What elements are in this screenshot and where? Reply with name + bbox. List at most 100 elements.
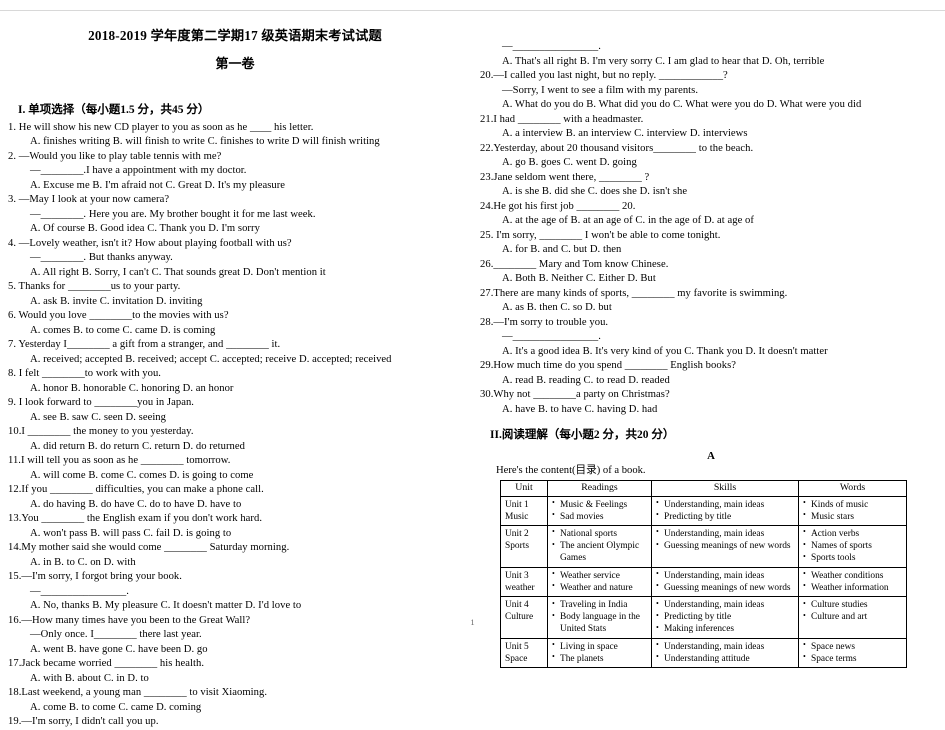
passage-letter: A: [707, 449, 715, 462]
list-item: Predicting by title: [656, 510, 795, 523]
question-options: A. comes B. to come C. came D. is coming: [30, 324, 216, 336]
column-header-words: Words: [798, 479, 907, 497]
cell-readings: Weather serviceWeather and nature: [547, 566, 652, 598]
question-stem: 12.If you ________ difficulties, you can…: [8, 484, 264, 496]
question-options: A. All right B. Sorry, I can't C. That s…: [30, 266, 326, 278]
question-reply-line: —Only once. I________ there last year.: [30, 629, 202, 641]
question-stem: 25. I'm sorry, ________ I won't be able …: [480, 229, 721, 241]
question-options: A. for B. and C. but D. then: [502, 244, 622, 255]
question-stem: 14.My mother said she would come _______…: [8, 542, 290, 554]
question-item: 1. He will show his new CD player to you…: [6, 121, 472, 150]
list-item: Living in space: [552, 640, 648, 653]
cell-skills: Understanding, main ideasGuessing meanin…: [651, 524, 799, 568]
question-options: A. have B. to have C. having D. had: [502, 403, 658, 415]
question-options: A. will come B. come C. comes D. is goin…: [30, 469, 254, 481]
question-item: 8. I felt ________to work with you. A. h…: [6, 367, 472, 396]
question-reply-line: —________________.: [502, 41, 601, 52]
section-2-heading: II.阅读理解（每小题2 分，共20 分）: [490, 429, 675, 441]
question-stem: 26.________ Mary and Tom know Chinese.: [480, 258, 669, 270]
cell-readings: National sportsThe ancient Olympic Games: [547, 524, 652, 568]
list-item: Kinds of music: [803, 498, 903, 511]
list-item: Guessing meanings of new words: [656, 540, 795, 552]
question-stem: 10.I ________ the money to you yesterday…: [8, 426, 194, 438]
question-stem: 19.—I'm sorry, I didn't call you up.: [8, 716, 159, 728]
list-item: Weather conditions: [803, 569, 903, 582]
question-item: 23.Jane seldom went there, ________ ? A.…: [478, 171, 944, 200]
list-item: Sad movies: [552, 510, 648, 523]
passage-lead-in: Here's the content(目录) of a book.: [496, 464, 646, 476]
list-item: Music stars: [803, 510, 903, 523]
question-stem: 30.Why not ________a party on Christmas?: [480, 389, 670, 400]
column-header-unit: Unit: [500, 479, 548, 497]
question-item: 4. —Lovely weather, isn't it? How about …: [6, 237, 472, 281]
list-item: Guessing meanings of new words: [656, 581, 795, 594]
cell-skills: Understanding, main ideasPredicting by t…: [651, 495, 799, 526]
question-item: 24.He got his first job ________ 20. A. …: [478, 200, 944, 229]
column-header-readings: Readings: [547, 479, 652, 497]
question-stem: 29.How much time do you spend ________ E…: [480, 360, 736, 371]
question-item: 27.There are many kinds of sports, _____…: [478, 287, 944, 316]
cell-readings: Living in spaceThe planets: [547, 637, 652, 669]
exam-paper-page: 2018-2019 学年度第二学期17 级英语期末考试试题 第一卷 I. 单项选…: [0, 0, 945, 727]
question-item: 5. Thanks for ________us to your party. …: [6, 280, 472, 309]
list-item: Action verbs: [803, 527, 903, 540]
cell-unit: Unit 5 Space: [500, 637, 548, 669]
column-header-skills: Skills: [651, 479, 799, 497]
question-options: A. is she B. did she C. does she D. isn'…: [502, 186, 688, 197]
question-stem: 21.I had ________ with a headmaster.: [480, 113, 644, 125]
table-body: Unit 1MusicMusic & FeelingsSad moviesUnd…: [500, 495, 907, 669]
question-options: A. at the age of B. at an age of C. in t…: [502, 215, 754, 226]
question-options: A. Both B. Neither C. Either D. But: [502, 273, 656, 284]
cell-words: Space newsSpace terms: [798, 637, 907, 669]
question-options: A. ask B. invite C. invitation D. inviti…: [30, 295, 203, 307]
list-item: The ancient Olympic Games: [552, 540, 648, 564]
question-item: 30.Why not ________a party on Christmas?…: [478, 388, 944, 417]
question-options: A. No, thanks B. My pleasure C. It doesn…: [30, 600, 302, 612]
question-reply-line: —________. Here you are. My brother boug…: [30, 208, 316, 220]
cell-words: Kinds of musicMusic stars: [798, 495, 907, 526]
list-item: Music & Feelings: [552, 498, 648, 511]
question-item: 26.________ Mary and Tom know Chinese. A…: [478, 258, 944, 287]
list-item: Understanding, main ideas: [656, 569, 795, 582]
question-stem: 17.Jack became worried ________ his heal…: [8, 658, 205, 670]
question-reply-line: —________. But thanks anyway.: [30, 252, 173, 264]
question-item: 29.How much time do you spend ________ E…: [478, 359, 944, 388]
question-item: 2. —Would you like to play table tennis …: [6, 150, 472, 194]
question-stem: 8. I felt ________to work with you.: [8, 368, 161, 380]
question-stem: 9. I look forward to ________you in Japa…: [8, 397, 194, 409]
table-row: Unit 2SportsNational sportsThe ancient O…: [500, 524, 907, 568]
question-options: A. Of course B. Good idea C. Thank you D…: [30, 223, 260, 235]
question-item: 13.You ________ the English exam if you …: [6, 512, 472, 541]
table-row: Unit 5SpaceLiving in spaceThe planetsUnd…: [500, 637, 907, 669]
question-stem: 3. —May I look at your now camera?: [8, 194, 170, 206]
question-item: 9. I look forward to ________you in Japa…: [6, 396, 472, 425]
question-stem: 15.—I'm sorry, I forgot bring your book.: [8, 571, 182, 583]
question-item: 7. Yesterday I________ a gift from a str…: [6, 338, 472, 367]
table-row: Unit 3weatherWeather serviceWeather and …: [500, 566, 907, 598]
list-item: Culture studies: [803, 599, 903, 611]
question-options: A. Excuse me B. I'm afraid not C. Great …: [30, 179, 286, 191]
list-item: Sports tools: [803, 552, 903, 564]
question-options: A. with B. about C. in D. to: [30, 672, 149, 684]
question-stem: 27.There are many kinds of sports, _____…: [480, 287, 788, 299]
question-stem: 1. He will show his new CD player to you…: [8, 121, 314, 133]
question-options: A. in B. to C. on D. with: [30, 556, 136, 568]
question-stem: 18.Last weekend, a young man ________ to…: [8, 687, 268, 699]
question-reply-line: —________________.: [30, 585, 129, 597]
question-options: A. go B. goes C. went D. going: [502, 157, 637, 168]
cell-skills: Understanding, main ideasUnderstanding a…: [651, 637, 799, 669]
question-item: 19.—I'm sorry, I didn't call you up.: [6, 715, 472, 730]
question-options: A. won't pass B. will pass C. fail D. is…: [30, 527, 232, 539]
cell-readings: Music & FeelingsSad movies: [547, 495, 652, 526]
question-options: A. a interview B. an interview C. interv…: [502, 128, 748, 139]
cell-unit: Unit 3 weather: [500, 566, 548, 598]
question-stem: 24.He got his first job ________ 20.: [480, 200, 636, 212]
question-options: A. read B. reading C. to read D. readed: [502, 374, 670, 386]
table-header-row: Unit Readings Skills Words: [500, 479, 907, 497]
question-item: 17.Jack became worried ________ his heal…: [6, 657, 472, 686]
question-item: 21.I had ________ with a headmaster. A. …: [478, 113, 944, 142]
question-stem: 6. Would you love ________to the movies …: [8, 310, 229, 322]
list-item: Understanding, main ideas: [656, 527, 795, 540]
question-stem: 20.—I called you last night, but no repl…: [480, 70, 728, 81]
question-options: A. honor B. honorable C. honoring D. an …: [30, 382, 234, 394]
